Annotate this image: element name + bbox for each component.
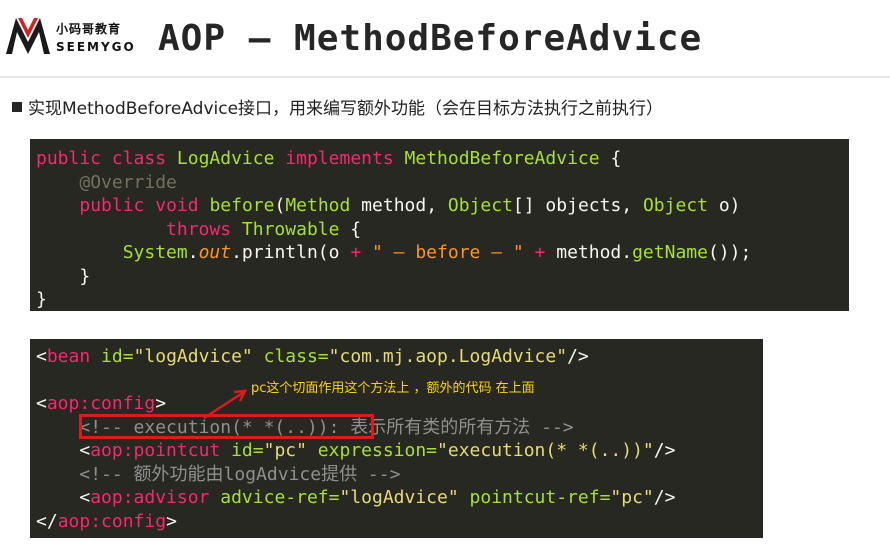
logo-text-en: SEEMYGO	[56, 40, 136, 54]
code-token: class	[111, 148, 167, 169]
code-token: .	[187, 242, 199, 263]
code-token: method.	[545, 242, 633, 263]
code-token: >	[166, 510, 177, 532]
code-token: void	[155, 195, 199, 216]
code-token: />	[653, 487, 676, 508]
code-line: throws Throwable {	[36, 218, 849, 242]
code-token: 表示所有类的所有方法 -->	[339, 416, 574, 438]
code-token: expression=	[306, 440, 438, 461]
code-token: Throwable	[241, 218, 340, 240]
logo: 小码哥教育 SEEMYGO	[4, 14, 144, 62]
header-divider	[0, 76, 890, 78]
code-token: implements	[285, 148, 394, 169]
code-token: getName	[632, 242, 708, 263]
header: 小码哥教育 SEEMYGO AOP – MethodBeforeAdvice	[0, 0, 890, 78]
code-line: public class LogAdvice implements Method…	[36, 147, 849, 171]
code-token: bean	[46, 346, 91, 367]
code-token: LogAdvice	[176, 148, 275, 169]
code-token: public	[36, 148, 102, 169]
code-token: .println(o	[231, 242, 351, 263]
code-token: +	[350, 242, 362, 263]
code-token: <!-- 额外功能由logAdvice提供 -->	[79, 463, 401, 485]
code-token: id=	[220, 440, 264, 461]
code-token: </	[36, 510, 58, 532]
code-token: MethodBeforeAdvice	[404, 148, 600, 169]
page-title: AOP – MethodBeforeAdvice	[158, 18, 703, 59]
code-token: />	[653, 440, 676, 461]
code-token: />	[567, 346, 589, 367]
code-token: >	[155, 393, 167, 414]
code-token: "pc"	[263, 440, 307, 461]
code-token: (	[274, 195, 286, 216]
code-token: }	[79, 265, 91, 287]
code-token: aop:config	[46, 393, 156, 414]
code-token: " – before – "	[361, 242, 535, 263]
logo-text-cn: 小码哥教育	[56, 22, 122, 36]
code-token: id=	[90, 346, 134, 367]
code-token: System	[122, 242, 188, 263]
code-line: </aop:config>	[36, 510, 763, 534]
code-token: <	[36, 393, 47, 414]
code-token: <	[79, 487, 91, 508]
code-token: @Override	[79, 171, 177, 193]
java-code-block: public class LogAdvice implements Method…	[30, 139, 849, 311]
code-token: aop:advisor	[90, 487, 210, 508]
code-token: Object	[447, 195, 513, 216]
code-token: Method	[285, 195, 351, 216]
annotation-note: pc这个切面作用这个方法上 ，额外的代码 在上面	[251, 381, 535, 396]
code-line: System.out.println(o + " – before – " + …	[36, 241, 849, 265]
code-token: <	[79, 440, 91, 461]
code-token: out	[198, 242, 232, 263]
code-token: "com.mj.aop.LogAdvice"	[328, 346, 568, 367]
code-line: public void before(Method method, Object…	[36, 194, 849, 218]
code-line: }	[36, 265, 849, 289]
code-line: <!-- 额外功能由logAdvice提供 -->	[36, 463, 763, 487]
code-token: throws	[166, 218, 232, 240]
code-token: advice-ref=	[209, 487, 340, 508]
code-token: "logAdvice"	[339, 487, 459, 508]
code-token: "pc"	[610, 487, 654, 508]
code-token: before	[209, 195, 275, 216]
code-token: <	[36, 346, 47, 367]
code-token: [] objects,	[512, 195, 643, 216]
code-token: "execution(* *(..))"	[437, 440, 654, 461]
code-line: <aop:advisor advice-ref="logAdvice" poin…	[36, 486, 763, 510]
code-token: class=	[252, 346, 329, 367]
code-token: o)	[708, 195, 741, 216]
code-token: method,	[350, 195, 448, 216]
bullet-square-icon	[12, 102, 22, 112]
code-token: "logAdvice"	[133, 346, 253, 367]
code-line: }	[36, 288, 849, 312]
code-token: public	[79, 195, 145, 216]
code-token: pointcut-ref=	[458, 487, 611, 508]
code-line: <aop:pointcut id="pc" expression="execut…	[36, 439, 763, 463]
code-token: {	[339, 218, 362, 240]
code-token: +	[534, 242, 546, 263]
bullet-text: 实现MethodBeforeAdvice接口，用来编写额外功能（会在目标方法执行…	[28, 99, 664, 119]
code-token: {	[610, 148, 622, 169]
bullet-point: 实现MethodBeforeAdvice接口，用来编写额外功能（会在目标方法执行…	[12, 94, 663, 119]
code-token: aop:config	[57, 510, 167, 532]
code-token: }	[36, 289, 47, 310]
code-token: Object	[642, 195, 708, 216]
arrow-icon	[203, 389, 248, 420]
code-token: aop:pointcut	[90, 440, 221, 461]
seemygo-logo-icon	[6, 18, 50, 54]
code-token: ());	[707, 242, 752, 263]
code-line: <bean id="logAdvice" class="com.mj.aop.L…	[36, 345, 763, 369]
code-line: @Override	[36, 171, 849, 195]
